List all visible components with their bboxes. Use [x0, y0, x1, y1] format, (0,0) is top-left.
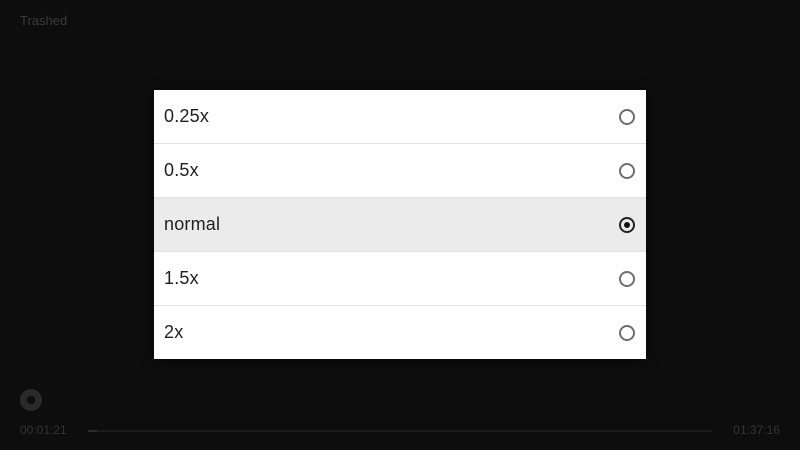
total-time: 01:37:16 — [733, 423, 780, 437]
seek-bar-played — [88, 430, 97, 432]
radio-checked-icon[interactable] — [619, 216, 635, 233]
speed-option-0-5x[interactable]: 0.5x — [154, 144, 646, 198]
speed-option-label: 0.25x — [164, 106, 210, 126]
speed-option-0-25x[interactable]: 0.25x — [154, 90, 646, 144]
speed-option-label: 1.5x — [164, 268, 199, 288]
current-time: 00:01:21 — [20, 423, 67, 437]
radio-unchecked-icon[interactable] — [619, 270, 635, 287]
gear-icon[interactable] — [20, 389, 42, 411]
radio-unchecked-icon[interactable] — [619, 108, 635, 125]
seek-bar[interactable] — [88, 430, 712, 432]
speed-option-2x[interactable]: 2x — [154, 306, 646, 359]
speed-option-normal[interactable]: normal — [154, 198, 646, 252]
speed-option-label: 0.5x — [164, 160, 199, 180]
speed-option-label: normal — [164, 214, 221, 234]
video-title: Trashed — [20, 13, 68, 28]
playback-speed-dialog: 0.25x 0.5x normal 1.5x 2x — [154, 90, 646, 359]
speed-option-1-5x[interactable]: 1.5x — [154, 252, 646, 306]
video-player-screen: Trashed 00:01:21 01:37:16 0.25x 0.5x nor… — [0, 0, 800, 450]
radio-unchecked-icon[interactable] — [619, 324, 635, 341]
radio-unchecked-icon[interactable] — [619, 162, 635, 179]
speed-option-label: 2x — [164, 322, 184, 342]
